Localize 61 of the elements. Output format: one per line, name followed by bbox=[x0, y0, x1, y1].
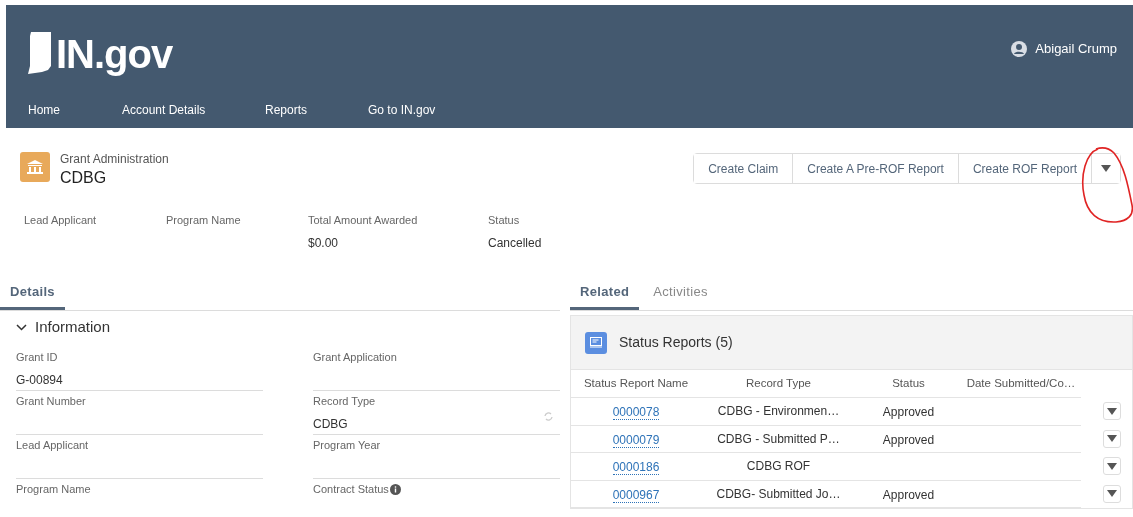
field-value: Cancelled bbox=[488, 234, 543, 252]
row-actions-button[interactable] bbox=[1103, 457, 1121, 475]
building-icon bbox=[20, 152, 50, 182]
record-link[interactable]: 0000078 bbox=[612, 405, 660, 421]
record-title: CDBG bbox=[60, 168, 108, 188]
field-value: G-00894 bbox=[16, 371, 63, 389]
row-actions-button[interactable] bbox=[1103, 429, 1121, 448]
nav-link[interactable]: Account Details bbox=[122, 101, 265, 119]
field-label: Program Year bbox=[313, 438, 381, 453]
field-label: Grant Application bbox=[313, 350, 397, 365]
table-cell: Approved bbox=[882, 405, 935, 420]
row-actions-button[interactable] bbox=[1103, 402, 1121, 420]
info-icon[interactable] bbox=[389, 483, 401, 495]
chevron-icon bbox=[16, 323, 27, 331]
table-cell: Approved bbox=[882, 432, 935, 447]
field-label: Contract Status bbox=[313, 482, 389, 497]
object-type: Grant Administration bbox=[60, 151, 169, 168]
column-header[interactable]: Date Submitted/Co… bbox=[961, 374, 1081, 393]
table-cell: Approved bbox=[882, 487, 935, 502]
tab[interactable]: Related bbox=[570, 277, 640, 310]
caret-icon bbox=[1107, 435, 1117, 442]
action-button[interactable]: Create Claim bbox=[694, 154, 794, 183]
row-actions-button[interactable] bbox=[1103, 484, 1121, 503]
tab[interactable]: Activities bbox=[643, 277, 718, 310]
caret-icon bbox=[1101, 165, 1111, 172]
user-name[interactable]: Abigail Crump bbox=[1035, 39, 1117, 59]
field-label: Status bbox=[488, 213, 521, 228]
record-link[interactable]: 0000079 bbox=[612, 432, 660, 448]
nav-link[interactable]: Reports bbox=[265, 101, 368, 119]
field-label: Lead Applicant bbox=[16, 438, 89, 453]
section-title: Information bbox=[35, 316, 111, 337]
field-value: $0.00 bbox=[308, 234, 340, 252]
table-cell-text: CDBG - Environmen… bbox=[716, 403, 841, 421]
column-header[interactable]: Record Type bbox=[701, 374, 856, 393]
caret-icon bbox=[1107, 407, 1117, 415]
field-value: CDBG bbox=[313, 415, 348, 433]
column-header[interactable]: Status bbox=[856, 374, 961, 393]
column-header[interactable]: Status Report Name bbox=[571, 374, 701, 393]
table-cell-text: CDBG- Submitted Jo… bbox=[715, 485, 842, 503]
field-label: Program Name bbox=[16, 482, 91, 497]
field-label: Lead Applicant bbox=[24, 213, 98, 228]
record-link[interactable]: 0000967 bbox=[612, 487, 660, 503]
nav-link[interactable]: Go to IN.gov bbox=[368, 101, 478, 119]
related-list-title[interactable]: Status Reports (5) bbox=[619, 332, 733, 353]
caret-icon bbox=[1107, 462, 1117, 470]
section-header[interactable]: Information bbox=[0, 311, 560, 343]
report-icon bbox=[585, 331, 607, 354]
table-cell-text: CDBG - Submitted P… bbox=[716, 430, 841, 448]
avatar-icon[interactable] bbox=[1011, 41, 1028, 57]
tab[interactable]: Details bbox=[0, 277, 65, 310]
field-label: Grant ID bbox=[16, 350, 58, 365]
field-label: Record Type bbox=[313, 394, 376, 409]
field-label: Grant Number bbox=[16, 394, 86, 409]
record-link[interactable]: 0000186 bbox=[612, 460, 660, 476]
field-label: Program Name bbox=[166, 213, 242, 228]
field-label: Total Amount Awarded bbox=[308, 213, 419, 228]
nav-link[interactable]: Home bbox=[28, 101, 122, 119]
table-cell-text: CDBG ROF bbox=[745, 458, 812, 476]
site-logo[interactable]: IN.gov bbox=[56, 34, 173, 74]
caret-icon bbox=[1107, 490, 1117, 497]
state-outline-icon bbox=[28, 32, 54, 74]
